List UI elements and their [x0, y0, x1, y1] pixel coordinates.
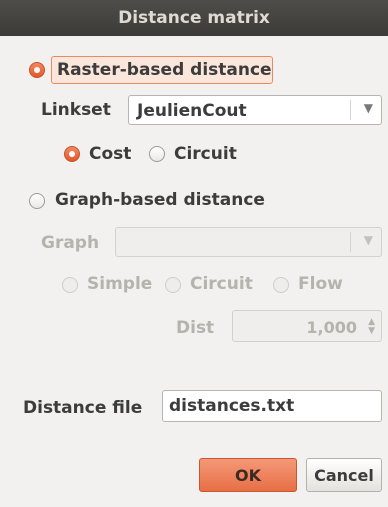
- graph-distance-radio[interactable]: [29, 193, 45, 209]
- flow-label[interactable]: Flow: [298, 274, 343, 294]
- graph-circuit-radio[interactable]: [165, 277, 181, 293]
- dist-value: 1,000: [306, 318, 357, 337]
- flow-radio[interactable]: [273, 277, 289, 293]
- simple-label[interactable]: Simple: [87, 274, 152, 294]
- raster-distance-radio[interactable]: [29, 62, 45, 78]
- graph-label: Graph: [41, 233, 100, 253]
- linkset-selected-value: JeulienCout: [137, 101, 247, 121]
- circuit-label[interactable]: Circuit: [174, 144, 237, 164]
- linkset-dropdown[interactable]: JeulienCout ▼: [128, 95, 382, 125]
- chevron-down-icon: ▼: [363, 233, 373, 247]
- dist-spinbox[interactable]: 1,000 ▲ ▼: [232, 310, 382, 342]
- distance-file-label: Distance file: [23, 398, 143, 418]
- graph-circuit-label[interactable]: Circuit: [190, 274, 253, 294]
- chevron-down-icon: ▼: [363, 101, 373, 115]
- window-titlebar: Distance matrix: [0, 0, 388, 36]
- cost-radio[interactable]: [64, 146, 80, 162]
- window-title: Distance matrix: [118, 8, 270, 28]
- dropdown-separator: [350, 100, 351, 120]
- graph-distance-label[interactable]: Graph-based distance: [55, 190, 265, 210]
- dist-label: Dist: [176, 318, 215, 338]
- dropdown-separator: [350, 232, 351, 252]
- spin-down-icon[interactable]: ▼: [368, 327, 375, 336]
- linkset-label: Linkset: [41, 100, 111, 120]
- circuit-radio[interactable]: [149, 146, 165, 162]
- distance-file-input[interactable]: [162, 390, 382, 422]
- graph-dropdown[interactable]: ▼: [115, 227, 382, 257]
- ok-button[interactable]: OK: [199, 458, 297, 492]
- cost-label[interactable]: Cost: [89, 144, 131, 164]
- raster-distance-label[interactable]: Raster-based distance: [57, 60, 272, 80]
- cancel-button[interactable]: Cancel: [306, 458, 382, 492]
- simple-radio[interactable]: [62, 277, 78, 293]
